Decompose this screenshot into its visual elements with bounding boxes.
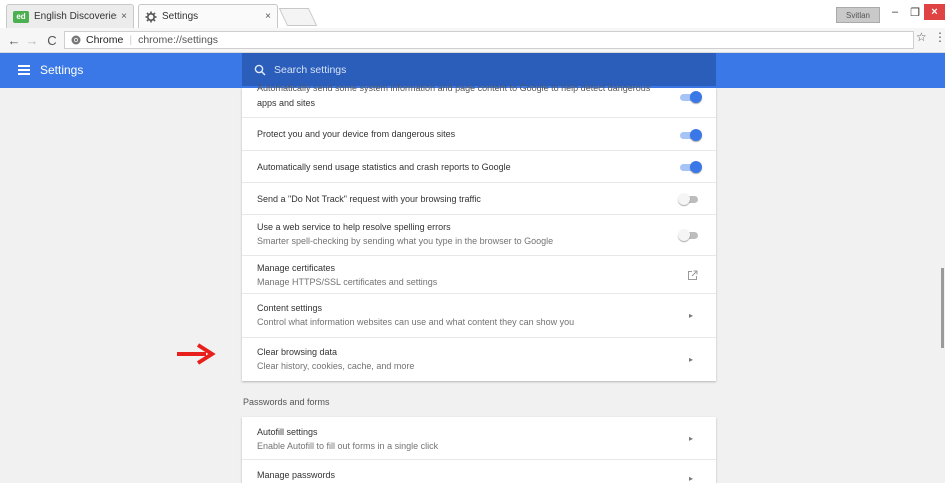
setting-row-usage-stats[interactable]: Automatically send usage statistics and … [242, 151, 716, 183]
row-title: Autofill settings [257, 427, 318, 437]
toggle-switch[interactable] [678, 193, 702, 205]
setting-row-safe-browsing[interactable]: Protect you and your device from dangero… [242, 118, 716, 151]
row-title-continued: apps and sites [257, 98, 316, 108]
row-title: Manage passwords [257, 470, 336, 480]
back-button[interactable]: ← [6, 31, 22, 49]
page-title: Settings [40, 63, 84, 77]
forward-button[interactable]: → [24, 31, 40, 49]
new-tab-button[interactable] [278, 8, 318, 26]
search-icon [254, 64, 266, 76]
hamburger-menu-icon[interactable] [18, 65, 30, 75]
row-subtitle: Smarter spell-checking by sending what y… [257, 236, 554, 246]
menu-icon[interactable]: ⋮ [934, 30, 945, 44]
setting-row-clear-browsing-data[interactable]: Clear browsing data Clear history, cooki… [242, 338, 716, 381]
toggle-switch[interactable] [678, 91, 702, 103]
chrome-icon [71, 35, 81, 45]
scrollbar-thumb[interactable] [941, 268, 944, 348]
chevron-right-icon: ▸ [689, 355, 694, 364]
row-title: Clear browsing data [257, 347, 338, 357]
bookmark-star-icon[interactable]: ☆ [916, 30, 927, 44]
tab-label: Settings [162, 11, 199, 22]
tab-settings[interactable]: Settings × [138, 4, 278, 28]
red-arrow-icon [177, 343, 216, 365]
row-title: Content settings [257, 303, 323, 313]
browser-toolbar: ← → C Chrome | chrome://settings [0, 28, 945, 53]
row-title: Protect you and your device from dangero… [257, 129, 456, 139]
chevron-right-icon: ▸ [689, 474, 694, 483]
chevron-right-icon: ▸ [689, 434, 694, 443]
toggle-switch[interactable] [678, 129, 702, 141]
english-discoveries-favicon-icon: ed [13, 10, 29, 23]
tab-label: English Discoveries [34, 11, 118, 22]
row-subtitle: Clear history, cookies, cache, and more [257, 361, 415, 371]
reload-button[interactable]: C [44, 31, 60, 49]
row-subtitle: Manage HTTPS/SSL certificates and settin… [257, 277, 438, 287]
setting-row-detect-dangerous[interactable]: Automatically send some system informati… [242, 83, 716, 118]
origin-label: Chrome [86, 34, 124, 46]
close-tab-icon[interactable]: × [121, 11, 127, 22]
search-settings-input[interactable]: Search settings [242, 53, 716, 86]
setting-row-content-settings[interactable]: Content settings Control what informatio… [242, 294, 716, 338]
tab-english-discoveries[interactable]: ed English Discoveries × [6, 4, 134, 28]
search-placeholder: Search settings [274, 63, 347, 76]
passwords-forms-card: Autofill settings Enable Autofill to fil… [242, 417, 716, 483]
row-title: Automatically send some system informati… [257, 83, 651, 93]
profile-button[interactable]: Svitlan [836, 7, 880, 23]
external-link-icon[interactable] [687, 270, 698, 281]
row-title: Use a web service to help resolve spelli… [257, 222, 451, 232]
section-title-passwords: Passwords and forms [243, 397, 330, 407]
setting-row-manage-passwords[interactable]: Manage passwords ▸ [242, 460, 716, 483]
row-title: Manage certificates [257, 263, 336, 273]
toggle-switch[interactable] [678, 161, 702, 173]
setting-row-spelling[interactable]: Use a web service to help resolve spelli… [242, 215, 716, 256]
url-separator: | [129, 34, 133, 46]
tab-strip: ed English Discoveries × Settings × Svit… [0, 0, 945, 28]
setting-row-autofill[interactable]: Autofill settings Enable Autofill to fil… [242, 417, 716, 460]
toggle-switch[interactable] [678, 229, 702, 241]
row-subtitle: Control what information websites can us… [257, 317, 575, 327]
close-window-button[interactable]: × [924, 4, 945, 20]
privacy-settings-card: Automatically send some system informati… [242, 83, 716, 381]
gear-icon [145, 11, 157, 22]
minimize-button[interactable]: – [884, 4, 906, 20]
url-text[interactable]: chrome://settings [138, 34, 218, 46]
row-title: Automatically send usage statistics and … [257, 162, 511, 172]
row-subtitle: Enable Autofill to fill out forms in a s… [257, 441, 439, 451]
chevron-right-icon: ▸ [689, 311, 694, 320]
row-title: Send a "Do Not Track" request with your … [257, 194, 481, 204]
address-bar[interactable]: Chrome | chrome://settings [64, 31, 914, 49]
setting-row-do-not-track[interactable]: Send a "Do Not Track" request with your … [242, 183, 716, 215]
setting-row-manage-certificates[interactable]: Manage certificates Manage HTTPS/SSL cer… [242, 256, 716, 294]
close-tab-icon[interactable]: × [265, 11, 271, 22]
maximize-button[interactable]: ❐ [904, 4, 926, 20]
